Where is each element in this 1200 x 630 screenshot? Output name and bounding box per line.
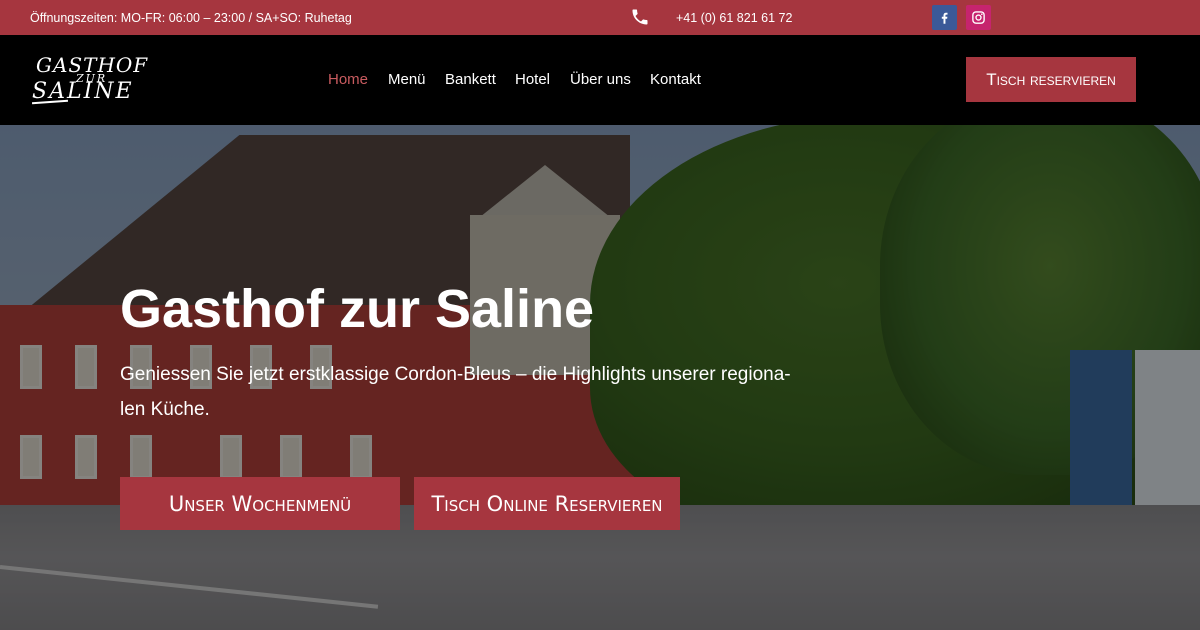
hero-section: Gasthof zur Saline Geniessen Sie jetzt e… (0, 125, 1200, 630)
nav-ueber-uns[interactable]: Über uns (570, 71, 631, 88)
hero-title: Gasthof zur Saline (120, 279, 595, 339)
nav-kontakt[interactable]: Kontakt (650, 71, 701, 88)
nav-hotel[interactable]: Hotel (515, 71, 550, 88)
nav-bankett[interactable]: Bankett (445, 71, 496, 88)
opening-hours: Öffnungszeiten: MO-FR: 06:00 – 23:00 / S… (30, 11, 352, 25)
nav-menu[interactable]: Menü (388, 71, 426, 88)
facebook-icon[interactable] (932, 5, 957, 30)
phone-icon[interactable] (630, 7, 650, 27)
main-header: GASTHOF ZUR SALINE Home Menü Bankett Hot… (0, 35, 1200, 125)
reserve-online-button[interactable]: Tisch Online Reservieren (414, 477, 680, 530)
instagram-icon[interactable] (966, 5, 991, 30)
top-bar: Öffnungszeiten: MO-FR: 06:00 – 23:00 / S… (0, 0, 1200, 35)
hero-subtitle: Geniessen Sie jetzt erstklassige Cordon-… (120, 364, 791, 420)
nav-home[interactable]: Home (328, 71, 368, 88)
reserve-table-button[interactable]: Tisch reservieren (966, 57, 1136, 102)
phone-number[interactable]: +41 (0) 61 821 61 72 (676, 11, 792, 25)
weekly-menu-button[interactable]: Unser Wochenmenü (120, 477, 400, 530)
